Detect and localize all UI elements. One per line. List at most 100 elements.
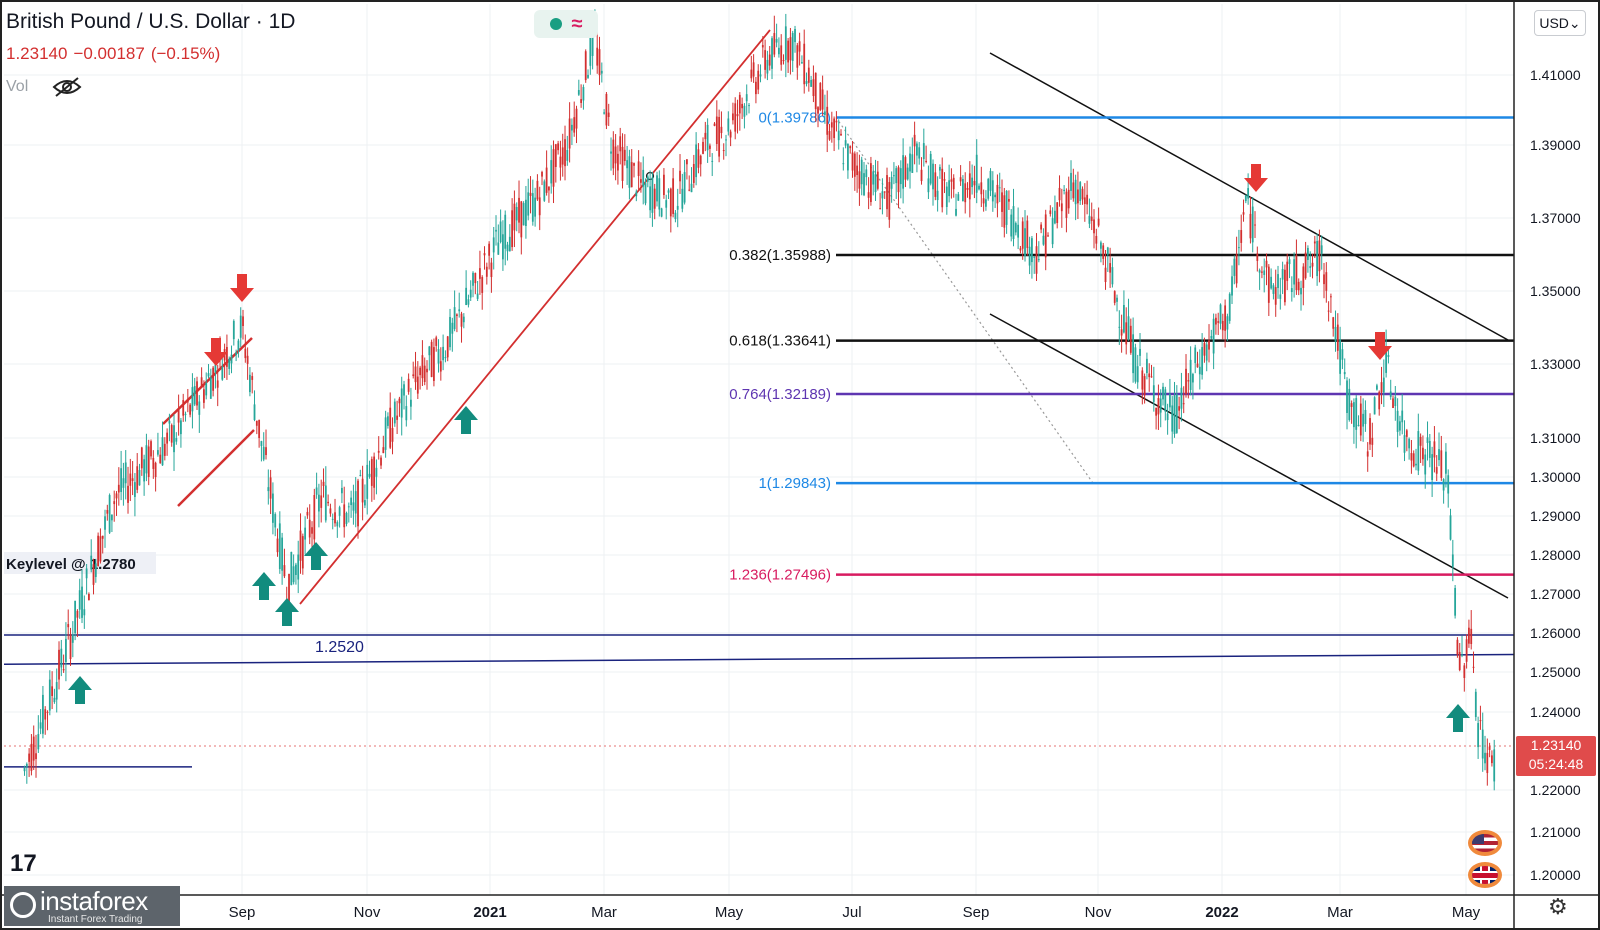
candle-body [1155, 407, 1158, 416]
candle-body [435, 337, 438, 346]
candle-body [504, 214, 507, 249]
candle-body [1058, 187, 1061, 201]
candle-body [78, 590, 81, 610]
candle-body [913, 134, 916, 147]
candle-body [1150, 376, 1153, 378]
candle-body [382, 447, 385, 454]
candle-body [1102, 245, 1105, 259]
price-change: −0.00187 [73, 44, 145, 63]
candle-body [265, 447, 267, 456]
candle-body [787, 40, 790, 63]
candle-body [860, 159, 863, 185]
candle-body [58, 649, 60, 680]
currency-select[interactable]: USD ⌄ [1534, 10, 1586, 36]
candle-body [479, 268, 481, 279]
market-open-dot-icon [549, 18, 562, 30]
candle-body [617, 153, 619, 171]
candle-body [752, 62, 755, 77]
candle-body [851, 152, 854, 171]
candle-body [1249, 213, 1252, 239]
candle-body [1109, 263, 1112, 273]
symbol-title[interactable]: British Pound / U.S. Dollar · 1D [6, 10, 295, 34]
candle-body [239, 315, 242, 338]
candle-body [1215, 317, 1217, 325]
candle-body [428, 346, 431, 356]
candle-body [83, 609, 86, 616]
candle-body [168, 420, 171, 424]
candle-body [690, 183, 693, 193]
candle-body [909, 153, 911, 172]
candle-body [221, 366, 224, 380]
candle-body [1129, 325, 1132, 353]
brand-logo-icon [10, 892, 36, 918]
candle-body [203, 389, 205, 403]
candle-body [771, 38, 773, 69]
candle-body [720, 126, 723, 134]
candle-body [1405, 430, 1408, 437]
candle-body [1033, 256, 1036, 258]
candle-body [246, 355, 249, 364]
candle-body [42, 694, 44, 734]
candle-body [347, 506, 350, 508]
candle-body [393, 401, 396, 424]
candle-body [1104, 267, 1107, 283]
candle-body [416, 376, 419, 394]
y-tick-label: 1.35000 [1530, 283, 1581, 299]
candle-body [46, 711, 49, 713]
candle-body [1042, 235, 1045, 245]
us-flag-icon [1468, 830, 1502, 856]
candle-body [469, 289, 472, 298]
candle-body [1320, 245, 1323, 254]
candle-body [697, 149, 700, 168]
candle-body [1217, 321, 1220, 323]
candle-body [1228, 293, 1231, 321]
candle-body [699, 155, 702, 165]
candle-body [1063, 189, 1066, 191]
candle-body [90, 555, 93, 570]
candle-body [1486, 752, 1489, 774]
gear-icon[interactable]: ⚙ [1548, 896, 1568, 918]
candle-body [180, 420, 182, 435]
candle-body [1263, 270, 1266, 275]
candle-body [883, 191, 886, 193]
candle-body [531, 193, 534, 222]
x-tick-label: Mar [1327, 904, 1353, 921]
candle-body [653, 188, 656, 209]
candle-body [955, 208, 957, 216]
candle-body [888, 182, 891, 220]
candle-body [1281, 269, 1284, 280]
candle-body [423, 365, 426, 382]
price-chart[interactable]: 1.2520 Keylevel @ 1.2780 0(1.39786) 0.382(… [0, 0, 1600, 930]
candle-body [1481, 729, 1484, 759]
candle-body [1072, 182, 1075, 199]
candle-body [1394, 396, 1397, 407]
candle-body [99, 536, 102, 562]
candle-body [106, 510, 109, 514]
candle-body [962, 178, 964, 202]
candle-body [619, 136, 622, 152]
market-status[interactable]: ≈ [534, 10, 598, 38]
candle-body [322, 481, 325, 486]
candle-body [458, 309, 461, 312]
candle-body [193, 386, 196, 405]
candle-body [71, 634, 74, 643]
candle-body [306, 511, 309, 516]
candle-body [1378, 391, 1381, 410]
hide-eye-icon[interactable] [52, 76, 82, 98]
candle-body [1070, 172, 1072, 191]
candle-body [260, 441, 263, 447]
candle-body [1474, 691, 1477, 718]
candle-body [998, 187, 1001, 189]
candle-body [467, 299, 470, 305]
candle-body [635, 191, 638, 197]
candle-body [633, 163, 635, 166]
candle-body [115, 493, 118, 499]
candle-body [1387, 354, 1390, 358]
candle-body [1339, 339, 1342, 374]
y-tick-label: 1.41000 [1530, 67, 1581, 83]
candle-body [1458, 651, 1461, 671]
candle-body [649, 186, 652, 211]
candle-body [1210, 335, 1213, 339]
x-tick-label: May [715, 904, 744, 921]
candle-body [1010, 214, 1013, 237]
